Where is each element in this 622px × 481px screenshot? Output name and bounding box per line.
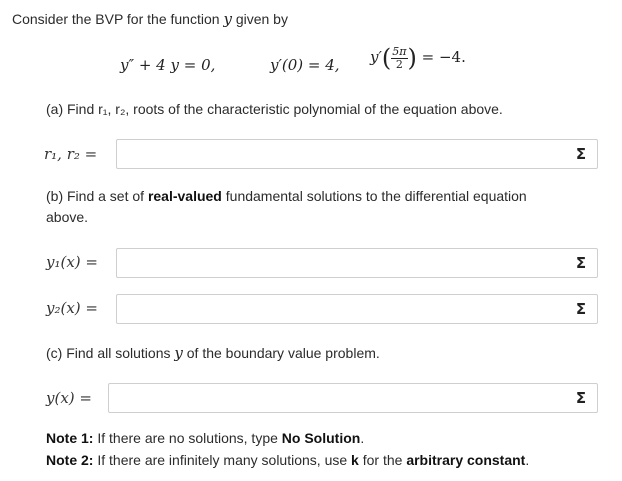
note-1: Note 1: If there are no solutions, type … xyxy=(46,430,365,446)
bc2-lhs: y′ xyxy=(370,48,382,66)
ode-equation: y″ + 4 y = 0, xyxy=(120,56,216,74)
part-c-question: (c) Find all solutions y of the boundary… xyxy=(46,344,380,362)
note-2-keyword: arbitrary constant xyxy=(406,452,526,468)
part-b-question-cont: above. xyxy=(46,209,89,225)
bc2-denominator: 2 xyxy=(395,57,403,71)
boundary-condition-1: y′(0) = 4, xyxy=(270,56,340,74)
y1-input[interactable]: Σ xyxy=(116,248,598,278)
y2-input[interactable]: Σ xyxy=(116,294,598,324)
roots-input[interactable]: Σ xyxy=(116,139,598,169)
intro-text: Consider the BVP for the function xyxy=(12,11,220,27)
sigma-icon[interactable]: Σ xyxy=(573,145,589,163)
intro-variable: y xyxy=(223,10,232,28)
boundary-condition-2: y′(5π 2) = −4. xyxy=(370,44,466,72)
part-a-question: (a) Find r₁, r₂, roots of the characteri… xyxy=(46,101,503,117)
sigma-icon[interactable]: Σ xyxy=(573,300,589,318)
solution-input[interactable]: Σ xyxy=(108,383,598,413)
y-solution-label: y(x) = xyxy=(46,389,92,407)
sigma-icon[interactable]: Σ xyxy=(573,254,589,272)
sigma-icon[interactable]: Σ xyxy=(573,389,589,407)
bc2-numerator: 5π xyxy=(391,44,408,59)
part-c-variable: y xyxy=(174,344,183,362)
note-1-keyword: No Solution xyxy=(281,430,361,446)
y1-label: y₁(x) = xyxy=(46,253,98,271)
y2-label: y₂(x) = xyxy=(46,299,98,317)
bc2-rhs: = −4. xyxy=(421,48,466,66)
part-b-bold-text: real-valued xyxy=(147,188,222,204)
note-2-label: Note 2: xyxy=(46,452,94,468)
part-a-label: r₁, r₂ = xyxy=(44,145,98,163)
problem-intro: Consider the BVP for the function y give… xyxy=(12,10,288,28)
note-2-k: k xyxy=(351,452,359,468)
note-1-label: Note 1: xyxy=(46,430,94,446)
note-2: Note 2: If there are infinitely many sol… xyxy=(46,452,530,468)
intro-text-end: given by xyxy=(235,11,288,27)
part-b-question: (b) Find a set of real-valued fundamenta… xyxy=(46,188,527,204)
